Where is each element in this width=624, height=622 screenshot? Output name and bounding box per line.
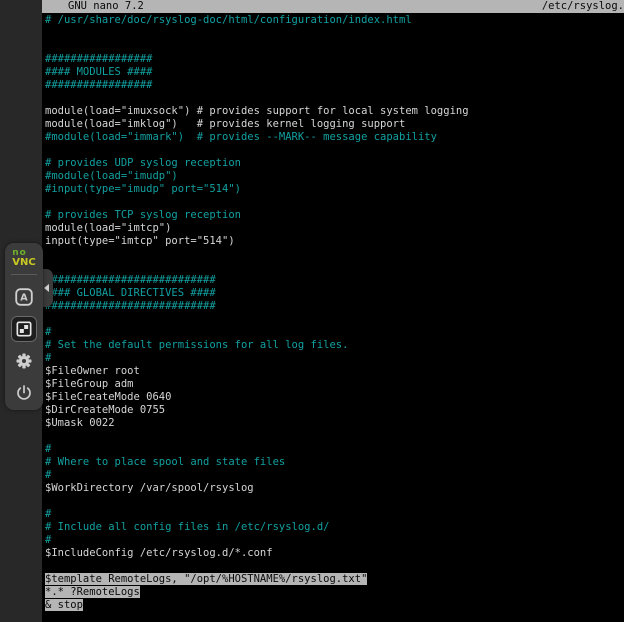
- editor-line: [45, 248, 624, 261]
- editor-line: ###########################: [45, 274, 624, 287]
- editor-line: ###########################: [45, 300, 624, 313]
- editor-line: input(type="imtcp" port="514"): [45, 235, 624, 248]
- editor-line: $WorkDirectory /var/spool/rsyslog: [45, 482, 624, 495]
- editor-line: [45, 144, 624, 157]
- editor-line: $template RemoteLogs, "/opt/%HOSTNAME%/r…: [45, 573, 624, 586]
- keyboard-a-icon: A: [13, 286, 35, 308]
- editor-line: $FileGroup adm: [45, 378, 624, 391]
- editor-line: # provides TCP syslog reception: [45, 209, 624, 222]
- editor-line: [45, 196, 624, 209]
- editor-line: $FileOwner root: [45, 365, 624, 378]
- editor-line: [45, 313, 624, 326]
- gear-icon: [14, 351, 34, 371]
- extra-keys-button[interactable]: A: [11, 284, 37, 310]
- vnc-terminal-screen[interactable]: GNU nano 7.2 /etc/rsyslog. # /usr/share/…: [42, 0, 624, 622]
- svg-text:A: A: [20, 293, 28, 304]
- editor-line: #: [45, 508, 624, 521]
- editor-line: # /usr/share/doc/rsyslog-doc/html/config…: [45, 14, 624, 27]
- nano-version-label: GNU nano 7.2: [42, 0, 144, 13]
- editor-line: #################: [45, 79, 624, 92]
- nano-titlebar: GNU nano 7.2 /etc/rsyslog.: [42, 0, 624, 13]
- editor-line: module(load="imuxsock") # provides suppo…: [45, 105, 624, 118]
- editor-line: $IncludeConfig /etc/rsyslog.d/*.conf: [45, 547, 624, 560]
- editor-line: #################: [45, 53, 624, 66]
- terminal-content: # /usr/share/doc/rsyslog-doc/html/config…: [42, 13, 624, 612]
- editor-line: [45, 261, 624, 274]
- editor-line: $DirCreateMode 0755: [45, 404, 624, 417]
- novnc-logo-vnc: VNC: [12, 258, 35, 267]
- chevron-left-icon: [44, 284, 49, 292]
- editor-line: #: [45, 534, 624, 547]
- nano-filename-label: /etc/rsyslog.: [542, 0, 624, 13]
- editor-line: $Umask 0022: [45, 417, 624, 430]
- editor-line: #### GLOBAL DIRECTIVES ####: [45, 287, 624, 300]
- editor-line: # Include all config files in /etc/rsysl…: [45, 521, 624, 534]
- editor-line: #### MODULES ####: [45, 66, 624, 79]
- settings-button[interactable]: [11, 348, 37, 374]
- fullscreen-icon: [14, 319, 34, 339]
- fullscreen-button[interactable]: [11, 316, 37, 342]
- editor-line: $FileCreateMode 0640: [45, 391, 624, 404]
- editor-line: [45, 92, 624, 105]
- editor-line: # Set the default permissions for all lo…: [45, 339, 624, 352]
- editor-line: #input(type="imudp" port="514"): [45, 183, 624, 196]
- editor-line: [45, 27, 624, 40]
- editor-line: #module(load="immark") # provides --MARK…: [45, 131, 624, 144]
- editor-line: # provides UDP syslog reception: [45, 157, 624, 170]
- editor-line: #: [45, 352, 624, 365]
- editor-line: & stop: [45, 599, 624, 612]
- power-icon: [14, 383, 34, 403]
- editor-line: module(load="imklog") # provides kernel …: [45, 118, 624, 131]
- editor-line: [45, 495, 624, 508]
- editor-line: [45, 560, 624, 573]
- power-button[interactable]: [11, 380, 37, 406]
- editor-line: [45, 40, 624, 53]
- editor-line: module(load="imtcp"): [45, 222, 624, 235]
- novnc-control-panel: no VNC A: [5, 243, 43, 410]
- panel-divider: [11, 274, 37, 275]
- editor-line: #module(load="imudp"): [45, 170, 624, 183]
- novnc-logo: no VNC: [12, 249, 35, 267]
- editor-line: # Where to place spool and state files: [45, 456, 624, 469]
- editor-line: #: [45, 443, 624, 456]
- editor-line: [45, 430, 624, 443]
- editor-line: #: [45, 326, 624, 339]
- editor-line: *.* ?RemoteLogs: [45, 586, 624, 599]
- editor-line: #: [45, 469, 624, 482]
